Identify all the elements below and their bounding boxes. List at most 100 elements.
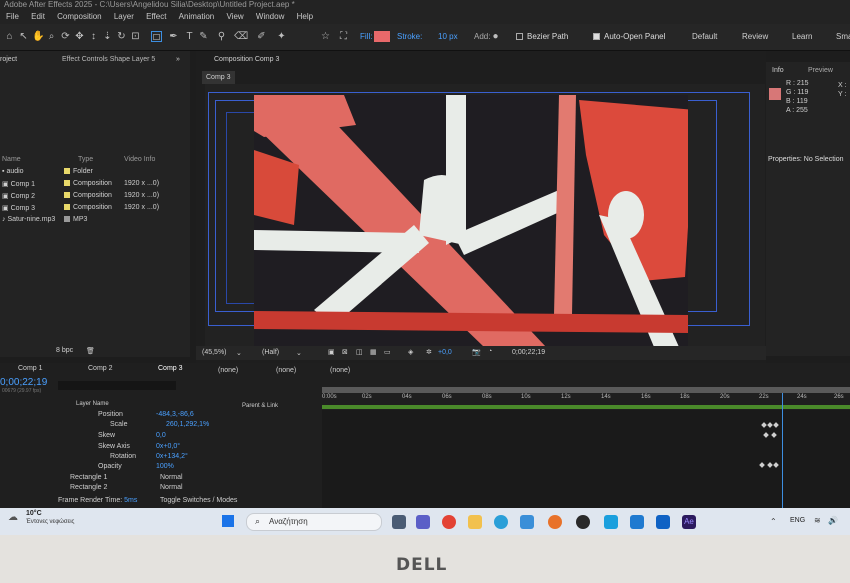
workspace-default[interactable]: Default [692, 32, 717, 41]
selection-tool-icon[interactable]: ↖ [18, 31, 29, 42]
project-tab[interactable]: roject [0, 53, 17, 66]
snapping-icon[interactable]: ⛶ [338, 31, 349, 42]
time-ruler[interactable]: 0:00s 02s 04s 06s 08s 10s 12s 14s 16s 18… [322, 394, 850, 404]
eraser-tool-icon[interactable]: ⌫ [234, 31, 248, 42]
list-item[interactable]: ♪ Satur-nine.mp3 [2, 216, 55, 223]
timeline-tab-comp-2[interactable]: Comp 2 [88, 365, 113, 372]
list-item[interactable]: ▣ Comp 1 [2, 180, 35, 188]
effect-controls-tab[interactable]: Effect Controls Shape Layer 5 [62, 53, 155, 66]
blend-mode-dropdown[interactable]: Normal [160, 474, 183, 481]
grid-icon[interactable]: ▦ [370, 348, 377, 356]
property-opacity-value[interactable]: 100% [156, 463, 174, 470]
rectangle-tool-icon[interactable]: □ [151, 31, 162, 43]
clone-stamp-tool-icon[interactable]: ⚲ [216, 31, 227, 42]
menu-composition[interactable]: Composition [57, 12, 101, 21]
stroke-label[interactable]: Stroke: [397, 32, 422, 41]
puppet-tool-icon[interactable]: ✦ [276, 31, 287, 42]
property-position-value[interactable]: -484,3,-86,6 [156, 411, 194, 418]
mail-icon[interactable] [604, 515, 618, 529]
playhead[interactable] [782, 393, 784, 508]
menu-animation[interactable]: Animation [179, 12, 215, 21]
pen-tool-icon[interactable]: ✒ [168, 31, 179, 42]
snapshot-icon[interactable]: 📷 [472, 348, 481, 356]
store-icon[interactable] [520, 515, 534, 529]
move-tool-icon[interactable]: ✥ [74, 31, 85, 42]
list-item[interactable]: ▣ Comp 2 [2, 192, 35, 200]
transparency-grid-icon[interactable]: ⊠ [342, 348, 348, 356]
wifi-icon[interactable]: ≋ [814, 516, 821, 525]
orbit-tool-icon[interactable]: ⟳ [60, 31, 71, 42]
property-rotation[interactable]: Rotation [110, 453, 136, 460]
weather-icon[interactable]: ☁ [8, 512, 18, 523]
firefox-icon[interactable] [548, 515, 562, 529]
auto-open-panel-checkbox[interactable] [593, 33, 600, 40]
preview-tab[interactable]: Preview [808, 64, 833, 77]
task-view-icon[interactable] [392, 515, 406, 529]
resolution-dropdown[interactable]: (Half) [262, 349, 279, 356]
add-dropdown-icon[interactable]: ● [490, 31, 501, 42]
bezier-path-checkbox[interactable] [516, 33, 523, 40]
zoom-tool-icon[interactable]: ⌕ [46, 31, 57, 42]
chevron-down-icon[interactable]: ⌄ [296, 349, 302, 357]
parent-link-header[interactable]: Parent & Link [242, 403, 278, 409]
layer-name-header[interactable]: Layer Name [76, 401, 109, 407]
pan-behind-tool-icon[interactable]: ⊡ [130, 31, 141, 42]
mask-visibility-icon[interactable]: ◫ [356, 348, 363, 356]
property-scale-value[interactable]: 260,1,292,1% [166, 421, 209, 428]
composition-tab[interactable]: Composition Comp 3 [214, 53, 279, 66]
menu-view[interactable]: View [226, 12, 243, 21]
windows-start-icon[interactable] [222, 515, 234, 527]
list-item[interactable]: ▪ audio [2, 168, 24, 175]
chevron-down-icon[interactable]: ⌄ [236, 349, 242, 357]
magnification-dropdown[interactable]: (45,5%) [202, 349, 227, 356]
toggle-switches-modes-button[interactable]: Toggle Switches / Modes [160, 497, 237, 504]
workspace-small[interactable]: Smal [836, 32, 850, 41]
property-skew-axis[interactable]: Skew Axis [98, 443, 130, 450]
layer-duration-bar[interactable] [322, 405, 850, 409]
rotate-tool-icon[interactable]: ↻ [116, 31, 127, 42]
fill-label[interactable]: Fill: [360, 32, 372, 41]
current-time-display[interactable]: 0;00;22;19 [512, 349, 545, 356]
column-video-info[interactable]: Video Info [124, 156, 155, 163]
weather-description[interactable]: Έντονες νεφώσεις [26, 519, 74, 525]
sublayer-rectangle-2[interactable]: Rectangle 2 [70, 484, 107, 491]
panel-overflow-icon[interactable]: » [176, 53, 180, 66]
timeline-current-time[interactable]: 0;00;22;19 [0, 377, 47, 388]
brush-tool-icon[interactable]: ✎ [198, 31, 209, 42]
file-explorer-icon[interactable] [468, 515, 482, 529]
fill-color-swatch[interactable] [374, 31, 390, 42]
star-icon[interactable]: ☆ [320, 31, 331, 42]
comp-sub-tab[interactable]: Comp 3 [202, 71, 235, 84]
exposure-icon[interactable]: ✲ [426, 348, 432, 356]
parent-none-3[interactable]: (none) [330, 367, 350, 374]
volume-icon[interactable]: 🔊 [828, 516, 838, 525]
taskbar-search-input[interactable]: ⌕ Αναζήτηση [246, 513, 382, 531]
hand-tool-icon[interactable]: ✋ [32, 31, 44, 42]
menu-edit[interactable]: Edit [31, 12, 45, 21]
stroke-width-input[interactable]: 10 px [438, 32, 458, 41]
home-icon[interactable]: ⌂ [4, 31, 15, 42]
zoom-app-icon[interactable] [630, 515, 644, 529]
dolly-tool-icon[interactable]: ⇣ [102, 31, 113, 42]
edge-icon[interactable] [494, 515, 508, 529]
menu-file[interactable]: File [6, 12, 19, 21]
list-item[interactable]: ▣ Comp 3 [2, 204, 35, 212]
composition-canvas[interactable] [254, 95, 688, 347]
property-rotation-value[interactable]: 0x+134,2° [156, 453, 188, 460]
property-opacity[interactable]: Opacity [98, 463, 122, 470]
region-of-interest-icon[interactable]: ▣ [328, 348, 335, 356]
exposure-value[interactable]: +0,0 [438, 349, 452, 356]
column-name[interactable]: Name [2, 156, 21, 163]
property-scale[interactable]: Scale [110, 421, 128, 428]
parent-none-2[interactable]: (none) [276, 367, 296, 374]
menu-help[interactable]: Help [297, 12, 313, 21]
workspace-learn[interactable]: Learn [792, 32, 812, 41]
type-tool-icon[interactable]: T [184, 31, 195, 42]
work-area-bar[interactable] [322, 387, 850, 393]
property-position[interactable]: Position [98, 411, 123, 418]
blend-mode-dropdown[interactable]: Normal [160, 484, 183, 491]
timeline-search-input[interactable] [58, 381, 176, 390]
roto-brush-tool-icon[interactable]: ✐ [256, 31, 267, 42]
after-effects-icon[interactable]: Ae [682, 515, 696, 529]
menu-layer[interactable]: Layer [114, 12, 134, 21]
